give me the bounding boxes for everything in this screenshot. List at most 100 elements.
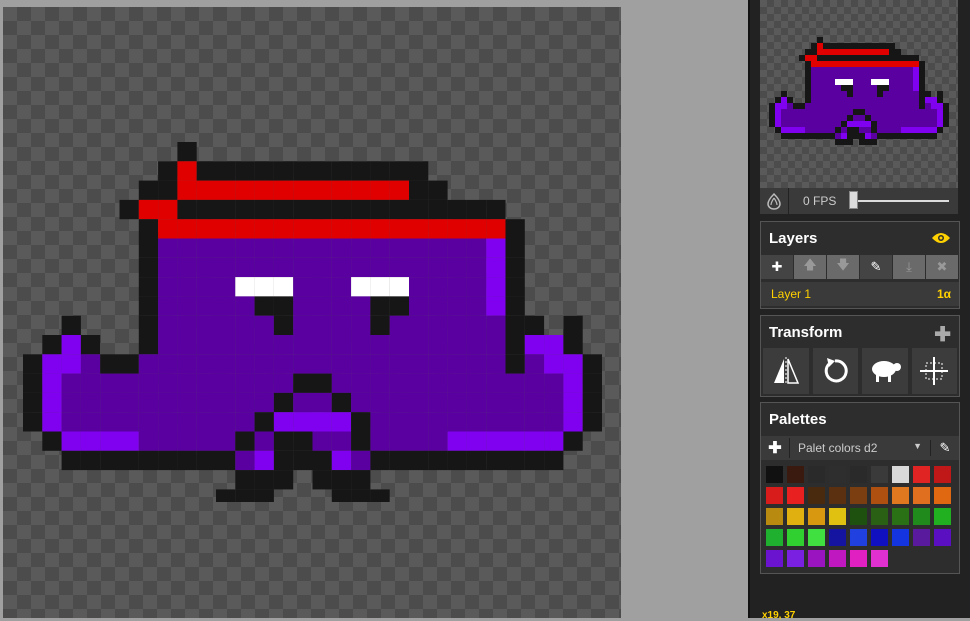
sprite-pixel [853, 91, 859, 97]
sprite-pixel [138, 315, 159, 335]
sprite-pixel [877, 61, 883, 67]
sprite-pixel [447, 238, 467, 258]
fps-slider-handle[interactable] [849, 191, 858, 209]
center-button[interactable] [911, 348, 957, 394]
fps-slider[interactable] [849, 191, 949, 209]
sprite-pixel [312, 412, 332, 432]
sprite-pixel [937, 121, 943, 127]
color-swatch[interactable] [913, 529, 930, 546]
color-swatch[interactable] [892, 508, 909, 525]
sprite-pixel [447, 315, 467, 335]
onion-skin-toggle[interactable] [760, 188, 789, 214]
move-layer-up-button[interactable]: 🡅 [794, 255, 827, 279]
color-swatch[interactable] [829, 550, 846, 567]
palette-select[interactable]: Palet colors d2 ▼ [790, 441, 930, 455]
sprite-pixel [811, 67, 817, 73]
sprite-pixel [877, 49, 883, 55]
clone-button[interactable] [862, 348, 908, 394]
color-swatch[interactable] [850, 550, 867, 567]
edit-layer-button[interactable]: ✎ [860, 255, 893, 279]
color-swatch[interactable] [871, 529, 888, 546]
add-transform-button[interactable]: ✚ [934, 322, 951, 347]
color-swatch[interactable] [913, 466, 930, 483]
sprite-pixel [853, 121, 859, 127]
sprite-pixel [466, 315, 487, 335]
color-swatch[interactable] [934, 487, 951, 504]
color-swatch[interactable] [787, 508, 804, 525]
sprite-pixel [61, 412, 81, 432]
delete-layer-button[interactable]: ✖ [926, 255, 959, 279]
sprite-art[interactable] [23, 142, 603, 502]
layer-item[interactable]: Layer 1 1α [761, 282, 959, 306]
sprite-pixel [544, 412, 564, 432]
sprite-pixel [293, 315, 313, 335]
sprite-pixel [889, 103, 895, 109]
sprite-pixel [895, 85, 901, 91]
drawing-canvas[interactable] [3, 7, 621, 618]
sprite-pixel [177, 392, 197, 413]
sprite-pixel [100, 431, 120, 451]
color-swatch[interactable] [766, 550, 783, 567]
flip-button[interactable] [763, 348, 809, 394]
color-swatch[interactable] [808, 550, 825, 567]
add-layer-button[interactable]: ✚ [761, 255, 794, 279]
sprite-pixel [100, 373, 120, 393]
sprite-pixel [919, 115, 925, 121]
color-swatch[interactable] [766, 487, 783, 504]
animation-preview [760, 0, 958, 188]
sprite-pixel [466, 373, 487, 393]
color-swatch[interactable] [766, 466, 783, 483]
color-swatch[interactable] [850, 487, 867, 504]
sprite-pixel [889, 121, 895, 127]
color-swatch[interactable] [850, 508, 867, 525]
color-swatch[interactable] [892, 466, 909, 483]
sprite-pixel [859, 79, 865, 85]
color-swatch[interactable] [829, 466, 846, 483]
visibility-toggle[interactable] [931, 228, 951, 251]
color-swatch[interactable] [850, 466, 867, 483]
sprite-pixel [293, 238, 313, 258]
sprite-pixel [505, 450, 525, 471]
sprite-pixel [799, 133, 805, 139]
color-swatch[interactable] [892, 487, 909, 504]
sprite-pixel [871, 49, 877, 55]
color-swatch[interactable] [808, 466, 825, 483]
color-swatch[interactable] [787, 487, 804, 504]
rotate-button[interactable] [812, 348, 858, 394]
sprite-pixel [847, 133, 853, 139]
color-swatch[interactable] [829, 529, 846, 546]
color-swatch[interactable] [850, 529, 867, 546]
color-swatch[interactable] [766, 508, 783, 525]
sprite-pixel [931, 127, 937, 133]
move-layer-down-button[interactable]: 🡇 [827, 255, 860, 279]
color-swatch[interactable] [787, 550, 804, 567]
color-swatch[interactable] [829, 508, 846, 525]
color-swatch[interactable] [829, 487, 846, 504]
color-swatch[interactable] [871, 466, 888, 483]
color-swatch[interactable] [808, 508, 825, 525]
sprite-pixel [235, 470, 255, 490]
color-swatch[interactable] [934, 529, 951, 546]
color-swatch[interactable] [913, 508, 930, 525]
color-swatch[interactable] [787, 529, 804, 546]
color-swatch[interactable] [787, 466, 804, 483]
edit-palette-button[interactable]: ✎ [930, 440, 959, 456]
sprite-pixel [841, 43, 847, 49]
sprite-pixel [389, 199, 409, 220]
color-swatch[interactable] [934, 466, 951, 483]
sprite-pixel [331, 180, 352, 200]
color-swatch[interactable] [892, 529, 909, 546]
merge-layer-button[interactable]: ⤓ [893, 255, 926, 279]
color-swatch[interactable] [766, 529, 783, 546]
color-swatch[interactable] [913, 487, 930, 504]
sprite-pixel [823, 67, 829, 73]
color-swatch[interactable] [871, 550, 888, 567]
add-palette-button[interactable]: ✚ [761, 438, 790, 458]
sprite-pixel [216, 238, 236, 258]
color-swatch[interactable] [808, 487, 825, 504]
color-swatch[interactable] [871, 508, 888, 525]
sprite-pixel [811, 49, 817, 55]
color-swatch[interactable] [934, 508, 951, 525]
color-swatch[interactable] [871, 487, 888, 504]
color-swatch[interactable] [808, 529, 825, 546]
